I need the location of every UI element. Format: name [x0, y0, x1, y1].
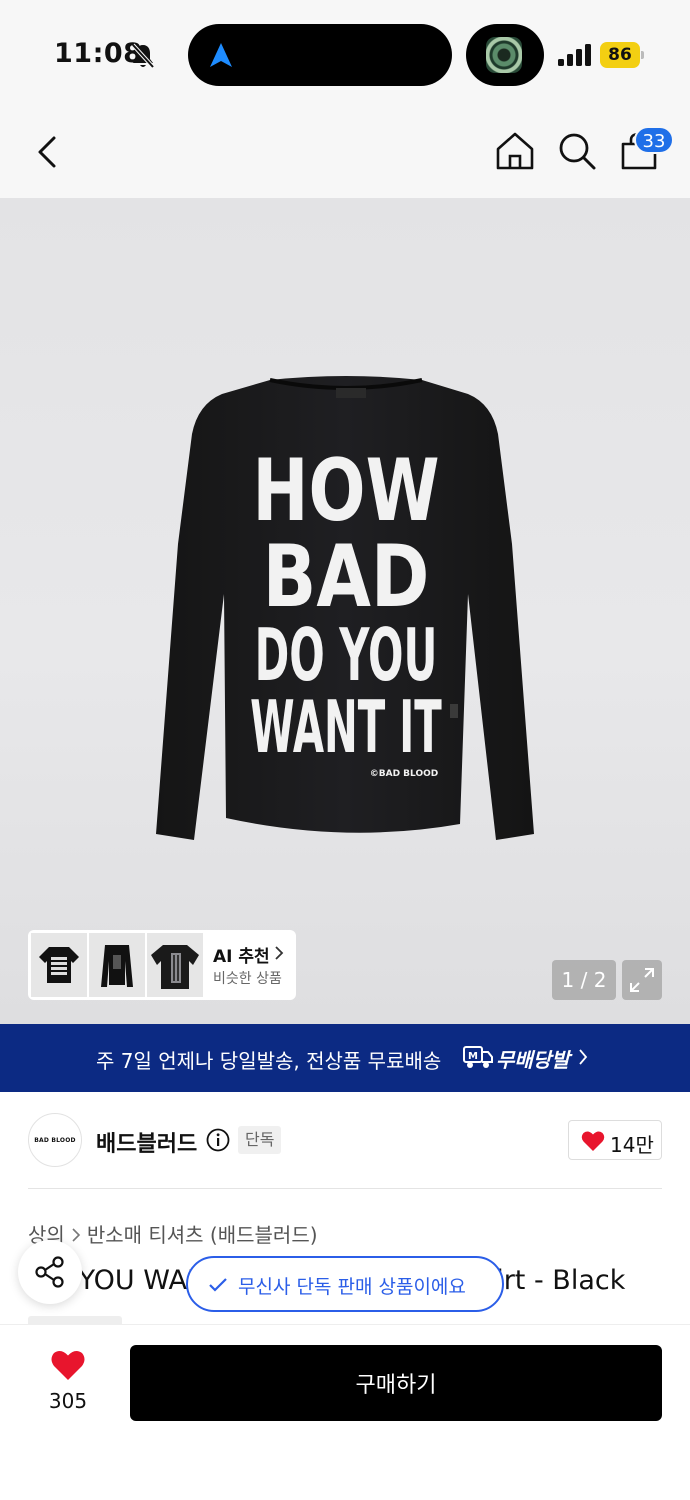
- product-image-carousel[interactable]: HOW BAD DO YOU WANT IT ©BAD BLOOD AI 추천 …: [0, 198, 690, 1024]
- cart-count-badge: 33: [634, 126, 674, 154]
- share-icon: [35, 1256, 64, 1288]
- chevron-right-icon: [579, 1049, 588, 1065]
- album-art-icon: [486, 37, 522, 73]
- shirt-print-small: ©BAD BLOOD: [370, 769, 438, 779]
- cellular-signal-icon: [558, 44, 591, 66]
- wishlist-heart-icon[interactable]: [50, 1349, 86, 1381]
- exclusive-tag: 단독: [238, 1126, 282, 1154]
- image-pager: 1 / 2: [552, 960, 616, 1000]
- battery-level: 86: [600, 42, 640, 68]
- breadcrumb: 상의 반소매 티셔츠 (배드블러드): [28, 1219, 318, 1248]
- ai-recommendation-card[interactable]: AI 추천 비슷한 상품: [28, 930, 296, 1000]
- delivery-truck-icon: M: [463, 1046, 493, 1068]
- now-playing-island: [466, 24, 544, 86]
- home-icon[interactable]: [494, 130, 536, 172]
- back-icon[interactable]: [30, 130, 70, 174]
- bell-muted-icon: [131, 43, 155, 69]
- ai-recommendation-title: AI 추천: [213, 947, 270, 967]
- brand-like-count: 14만: [610, 1133, 654, 1157]
- heart-icon: [581, 1131, 605, 1151]
- info-icon[interactable]: [206, 1128, 230, 1152]
- recommendation-thumb[interactable]: [89, 933, 145, 997]
- navigation-arrow-icon: [210, 43, 232, 67]
- search-icon[interactable]: [556, 130, 598, 172]
- chevron-right-icon: [72, 1228, 80, 1242]
- share-button[interactable]: [18, 1240, 82, 1304]
- app-header: 33: [0, 110, 690, 198]
- svg-text:M: M: [468, 1051, 478, 1062]
- divider: [28, 1188, 662, 1189]
- check-icon: [209, 1278, 227, 1292]
- banner-text: 주 7일 언제나 당일발송, 전상품 무료배송: [96, 1049, 442, 1073]
- same-day-shipping-banner[interactable]: 주 7일 언제나 당일발송, 전상품 무료배송 M 무배당발: [0, 1024, 690, 1092]
- brand-like-button[interactable]: 14만: [568, 1120, 662, 1160]
- buy-button[interactable]: 구매하기: [130, 1345, 662, 1421]
- product-shirt-image: HOW BAD DO YOU WANT IT ©BAD BLOOD: [156, 376, 534, 840]
- dynamic-island: [188, 24, 452, 86]
- brand-name[interactable]: 배드블러드: [96, 1126, 197, 1158]
- wishlist-count: 305: [48, 1389, 88, 1413]
- exclusive-toast: 무신사 단독 판매 상품이에요: [186, 1256, 504, 1312]
- toast-text: 무신사 단독 판매 상품이에요: [238, 1276, 466, 1298]
- recommendation-thumb[interactable]: [31, 933, 87, 997]
- breadcrumb-item[interactable]: 반소매 티셔츠 (배드블러드): [87, 1223, 318, 1247]
- brand-logo[interactable]: BAD BLOOD: [28, 1113, 82, 1167]
- status-bar: 11:08 86: [0, 0, 690, 110]
- shirt-print-line-4: WANT IT: [250, 685, 442, 769]
- chevron-right-icon: [275, 946, 284, 960]
- recommendation-thumb[interactable]: [147, 933, 203, 997]
- battery-indicator: 86: [600, 42, 644, 68]
- battery-cap: [641, 51, 644, 59]
- ai-recommendation-subtitle: 비슷한 상품: [213, 971, 282, 987]
- shirt-print-line-2: BAD: [263, 526, 430, 627]
- banner-brand: 무배당발: [496, 1048, 570, 1072]
- expand-icon[interactable]: [622, 960, 662, 1000]
